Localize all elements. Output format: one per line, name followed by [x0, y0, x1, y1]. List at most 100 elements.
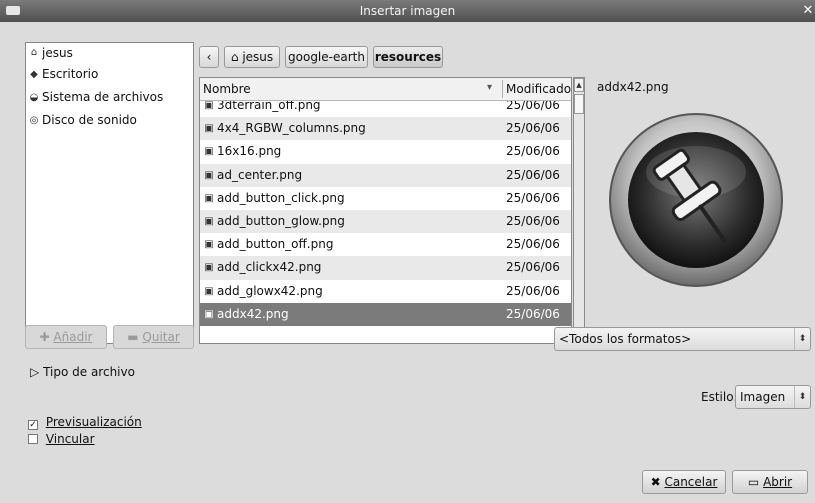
- file-row[interactable]: ▣ add_button_off.png 25/06/06: [200, 233, 571, 256]
- place-item-home[interactable]: ⌂ jesus: [26, 43, 193, 63]
- folder-open-icon: ▭: [747, 475, 760, 489]
- crumb-label: jesus: [242, 50, 274, 64]
- add-icon: ✚: [39, 330, 50, 344]
- remove-place-button[interactable]: ▬ Quitar: [113, 325, 194, 349]
- file-name: add_button_click.png: [217, 190, 345, 205]
- close-icon[interactable]: ✕: [801, 0, 815, 22]
- window-title: Insertar imagen: [359, 4, 456, 18]
- place-label: Disco de sonido: [42, 113, 137, 127]
- file-filter-combo[interactable]: <Todos los formatos> ⬍: [554, 327, 811, 351]
- file-list-header: Nombre ▾ Modificado: [200, 78, 571, 101]
- image-file-icon: ▣: [204, 215, 214, 227]
- file-date: 25/06/06: [506, 144, 560, 159]
- file-name: add_button_off.png: [217, 237, 334, 252]
- column-separator[interactable]: [502, 80, 503, 98]
- scroll-up-icon[interactable]: ▲: [574, 78, 584, 92]
- expander-arrow-icon: ▷: [30, 365, 40, 379]
- file-name: add_clickx42.png: [217, 260, 322, 275]
- file-date: 25/06/06: [506, 213, 560, 228]
- file-name: add_glowx42.png: [217, 283, 323, 298]
- window-menu-icon[interactable]: [6, 6, 20, 15]
- scroll-thumb[interactable]: [574, 94, 584, 114]
- file-name-cell: ▣ add_button_off.png: [203, 233, 333, 256]
- crumb-jesus[interactable]: ⌂ jesus: [224, 46, 280, 68]
- combo-arrows-icon: ⬍: [794, 386, 810, 408]
- chevron-left-icon: ‹: [206, 50, 212, 64]
- file-list[interactable]: ▣ 3dterrain_off.png 25/06/06 ▣ 4x4_RGBW_colu…: [199, 77, 572, 344]
- combo-arrows-icon: ⬍: [794, 328, 810, 350]
- file-name-cell: ▣ 4x4_RGBW_columns.png: [203, 117, 366, 140]
- home-folder-icon: ⌂: [30, 47, 38, 58]
- cdrom-icon: ◎: [29, 115, 39, 126]
- crumb-resources[interactable]: resources: [373, 46, 443, 68]
- harddisk-icon: ◒: [29, 92, 39, 103]
- image-file-icon: ▣: [204, 262, 214, 274]
- preview-checkbox[interactable]: ✓ Previsualización: [28, 415, 142, 430]
- checkbox-checked-icon[interactable]: ✓: [28, 420, 38, 430]
- file-row[interactable]: ▣ add_clickx42.png 25/06/06: [200, 256, 571, 280]
- place-label: Sistema de archivos: [42, 90, 164, 104]
- pushpin-preview-image: [609, 113, 783, 287]
- file-rows: ▣ 3dterrain_off.png 25/06/06 ▣ 4x4_RGBW_colu…: [200, 94, 571, 326]
- file-row[interactable]: ▣ add_button_click.png 25/06/06: [200, 187, 571, 210]
- remove-icon: ▬: [127, 330, 139, 344]
- place-label: Escritorio: [42, 67, 99, 81]
- style-value: Imagen: [740, 390, 786, 404]
- file-name-cell: ▣ add_glowx42.png: [203, 280, 323, 303]
- crumb-label: resources: [374, 50, 442, 64]
- image-file-icon: ▣: [204, 239, 214, 251]
- preview-checkbox-label: Previsualización: [45, 415, 142, 429]
- column-name-header[interactable]: Nombre: [203, 82, 251, 96]
- file-date: 25/06/06: [506, 260, 560, 275]
- file-row[interactable]: ▣ 16x16.png 25/06/06: [200, 140, 571, 163]
- column-modified-header[interactable]: Modificado: [506, 82, 571, 96]
- insert-image-dialog: Insertar imagen ✕ ⌂ jesus ◆ Escritorio ◒…: [0, 0, 815, 503]
- image-file-icon: ▣: [204, 192, 214, 204]
- path-back-button[interactable]: ‹: [199, 46, 219, 68]
- file-list-scrollbar[interactable]: ▲ ▼: [573, 77, 585, 344]
- crumb-label: google-earth: [288, 50, 365, 64]
- crumb-google-earth[interactable]: google-earth: [285, 46, 368, 68]
- cancel-label: Cancelar: [664, 475, 718, 489]
- cancel-button[interactable]: ✖ Cancelar: [642, 470, 726, 494]
- image-file-icon: ▣: [204, 146, 214, 158]
- file-name-cell: ▣ add_button_glow.png: [203, 210, 345, 233]
- link-checkbox[interactable]: Vincular: [28, 432, 95, 446]
- image-file-icon: ▣: [204, 308, 214, 320]
- add-place-button[interactable]: ✚ Añadir: [25, 325, 107, 349]
- style-combo[interactable]: Imagen ⬍: [735, 385, 811, 409]
- open-button[interactable]: ▭ Abrir: [732, 470, 808, 494]
- file-row[interactable]: ▣ ad_center.png 25/06/06: [200, 163, 571, 187]
- checkbox-unchecked-icon[interactable]: [28, 434, 38, 444]
- image-file-icon: ▣: [204, 123, 214, 135]
- title-bar[interactable]: Insertar imagen ✕: [0, 0, 815, 22]
- file-name-cell: ▣ addx42.png: [203, 303, 289, 326]
- file-name-cell: ▣ 16x16.png: [203, 140, 281, 163]
- add-place-label: Añadir: [53, 330, 93, 344]
- open-label: Abrir: [763, 475, 793, 489]
- cancel-x-icon: ✖: [650, 475, 661, 489]
- filter-value: <Todos los formatos>: [559, 332, 692, 346]
- file-row[interactable]: ▣ add_button_glow.png 25/06/06: [200, 209, 571, 234]
- file-name: add_button_glow.png: [217, 213, 345, 228]
- file-row[interactable]: ▣ add_glowx42.png 25/06/06: [200, 280, 571, 303]
- file-date: 25/06/06: [506, 237, 560, 252]
- file-name: addx42.png: [217, 306, 289, 321]
- file-name: 16x16.png: [217, 144, 282, 159]
- file-row[interactable]: ▣ 4x4_RGBW_columns.png 25/06/06: [200, 117, 571, 141]
- place-item-filesystem[interactable]: ◒ Sistema de archivos: [26, 86, 193, 109]
- style-label: Estilo:: [701, 390, 738, 404]
- image-file-icon: ▣: [204, 285, 214, 297]
- place-item-desktop[interactable]: ◆ Escritorio: [26, 63, 193, 86]
- sort-descending-icon[interactable]: ▾: [487, 82, 492, 93]
- file-date: 25/06/06: [506, 167, 560, 182]
- file-row[interactable]: ▣ addx42.png 25/06/06: [200, 302, 571, 326]
- home-folder-icon: ⌂: [230, 50, 239, 64]
- image-file-icon: ▣: [204, 169, 214, 181]
- place-item-audio-disc[interactable]: ◎ Disco de sonido: [26, 109, 193, 132]
- file-type-label: Tipo de archivo: [43, 365, 135, 379]
- file-name: ad_center.png: [217, 167, 303, 182]
- file-type-expander[interactable]: ▷ Tipo de archivo: [30, 365, 135, 379]
- desktop-icon: ◆: [30, 69, 38, 80]
- preview-filename: addx42.png: [597, 80, 669, 94]
